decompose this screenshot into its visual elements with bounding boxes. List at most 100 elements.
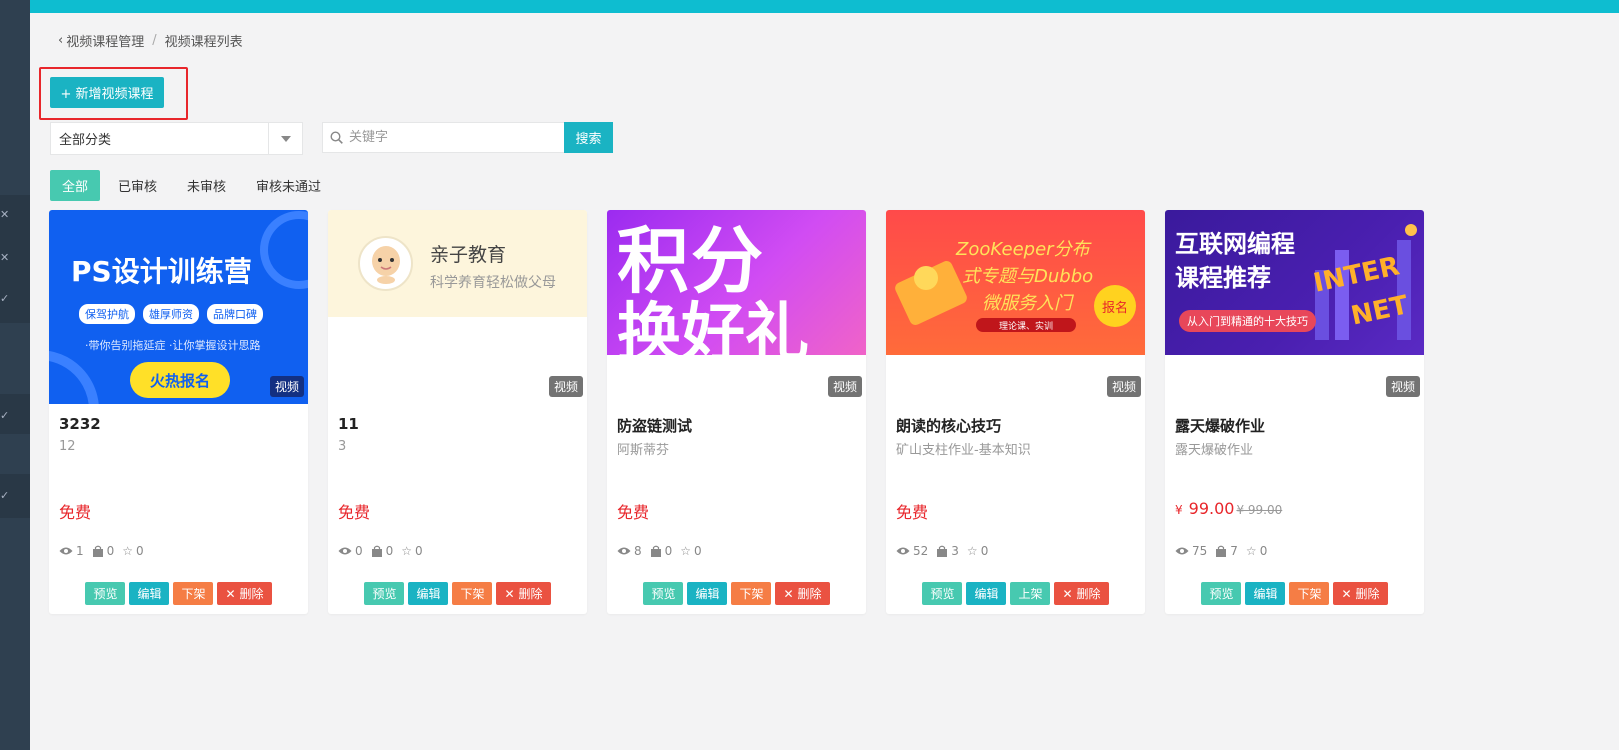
- star-icon: ☆: [1245, 544, 1257, 558]
- buys-count: 0: [385, 544, 394, 558]
- bag-icon: [92, 545, 103, 557]
- course-title[interactable]: 11: [338, 415, 359, 433]
- delete-label: 删除: [518, 587, 543, 601]
- course-title[interactable]: 3232: [59, 415, 101, 433]
- course-price: 免费: [896, 499, 928, 523]
- course-stats: 8 0 ☆ 0: [617, 544, 710, 558]
- star-icon: ☆: [680, 544, 692, 558]
- edit-button[interactable]: 编辑: [408, 582, 449, 605]
- star-icon: ☆: [966, 544, 978, 558]
- course-cover-image[interactable]: 积分 换好礼: [607, 210, 866, 355]
- edit-button[interactable]: 编辑: [129, 582, 170, 605]
- stars-stat: ☆ 0: [122, 544, 143, 558]
- close-icon: ✕: [783, 586, 794, 601]
- sidebar-check-icon[interactable]: ✓: [0, 489, 9, 502]
- original-price: ¥ 99.00: [1236, 503, 1283, 517]
- edit-button[interactable]: 编辑: [966, 582, 1007, 605]
- currency-symbol: ¥: [1175, 503, 1183, 517]
- course-cover-image[interactable]: 亲子教育 科学养育轻松做父母: [328, 210, 587, 317]
- course-card: 积分 换好礼 视频 防盗链测试 阿斯蒂芬 免费 8 0 ☆ 0 预览 编辑 下架…: [607, 210, 866, 614]
- unpublish-button[interactable]: 下架: [173, 582, 214, 605]
- tab-all[interactable]: 全部: [50, 170, 101, 201]
- cover-badge: 报名: [1094, 285, 1136, 327]
- course-stats: 0 0 ☆ 0: [338, 544, 431, 558]
- delete-button[interactable]: ✕ 删除: [1054, 582, 1109, 605]
- views-stat: 75: [1175, 544, 1207, 558]
- course-subtitle: 矿山支柱作业-基本知识: [896, 443, 1031, 458]
- views-stat: 1: [59, 544, 84, 558]
- stars-stat: ☆ 0: [401, 544, 422, 558]
- sidebar-check-icon[interactable]: ✓: [0, 409, 9, 422]
- cover-line-1: 互联网编程: [1175, 230, 1295, 258]
- course-actions: 预览 编辑 下架 ✕ 删除: [328, 582, 587, 605]
- sidebar-check-icon[interactable]: ✓: [0, 292, 9, 305]
- publish-button[interactable]: 上架: [1010, 582, 1051, 605]
- add-video-course-button[interactable]: + 新增视频课程: [50, 77, 164, 108]
- delete-label: 删除: [239, 587, 264, 601]
- preview-button[interactable]: 预览: [643, 582, 684, 605]
- preview-button[interactable]: 预览: [364, 582, 405, 605]
- type-badge: 视频: [827, 376, 862, 397]
- preview-button[interactable]: 预览: [922, 582, 963, 605]
- category-select[interactable]: 全部分类: [50, 122, 303, 155]
- top-header-bar: [0, 0, 1619, 13]
- preview-button[interactable]: 预览: [85, 582, 126, 605]
- star-icon: ☆: [401, 544, 413, 558]
- course-title[interactable]: 朗读的核心技巧: [896, 415, 1001, 436]
- course-cover-image[interactable]: 互联网编程 课程推荐 从入门到精通的十大技巧 INTER NET: [1165, 210, 1424, 355]
- course-cover-image[interactable]: PS设计训练营 保驾护航 雄厚师资 品牌口碑 ·带你告别拖延症 ·让你掌握设计思…: [49, 210, 308, 404]
- cover-line-2: 式专题与Dubbo: [962, 266, 1094, 287]
- delete-button[interactable]: ✕ 删除: [1333, 582, 1388, 605]
- course-title[interactable]: 露天爆破作业: [1175, 415, 1265, 436]
- course-actions: 预览 编辑 下架 ✕ 删除: [1165, 582, 1424, 605]
- course-card: 亲子教育 科学养育轻松做父母 视频 11 3 免费 0 0 ☆ 0 预览 编辑 …: [328, 210, 587, 614]
- price-value: 99.00: [1188, 499, 1235, 518]
- unpublish-button[interactable]: 下架: [731, 582, 772, 605]
- course-cover-image[interactable]: ZooKeeper分布 式专题与Dubbo 微服务入门 报名 理论课、实训: [886, 210, 1145, 355]
- unpublish-button[interactable]: 下架: [452, 582, 493, 605]
- breadcrumb-parent[interactable]: 视频课程管理: [66, 31, 144, 50]
- edit-button[interactable]: 编辑: [687, 582, 728, 605]
- course-price: ¥ 99.00 ¥ 99.00: [1175, 499, 1282, 518]
- course-price: 免费: [59, 499, 91, 523]
- edit-button[interactable]: 编辑: [1245, 582, 1286, 605]
- cover-cta: 火热报名: [130, 362, 230, 398]
- caret-down-icon[interactable]: [268, 123, 302, 154]
- sidebar-close-icon[interactable]: ✕: [0, 251, 9, 264]
- buys-count: 0: [664, 544, 673, 558]
- stars-stat: ☆ 0: [680, 544, 701, 558]
- delete-button[interactable]: ✕ 删除: [775, 582, 830, 605]
- price-value: 免费: [617, 503, 650, 522]
- preview-button[interactable]: 预览: [1201, 582, 1242, 605]
- cover-pill: 从入门到精通的十大技巧: [1179, 310, 1316, 332]
- buys-stat: 0: [371, 544, 394, 558]
- tab-approved[interactable]: 已审核: [106, 170, 169, 201]
- course-title[interactable]: 防盗链测试: [617, 415, 692, 436]
- course-actions: 预览 编辑 下架 ✕ 删除: [607, 582, 866, 605]
- close-icon: ✕: [1062, 586, 1073, 601]
- unpublish-button[interactable]: 下架: [1289, 582, 1330, 605]
- views-count: 52: [913, 544, 929, 558]
- main-content: ‹ 视频课程管理 / 视频课程列表 + 新增视频课程 全部分类 搜索 全部 已审…: [30, 13, 1619, 750]
- search-button[interactable]: 搜索: [564, 122, 613, 153]
- course-subtitle: 12: [59, 439, 76, 454]
- course-card: ZooKeeper分布 式专题与Dubbo 微服务入门 报名 理论课、实训 视频…: [886, 210, 1145, 614]
- delete-button[interactable]: ✕ 删除: [496, 582, 551, 605]
- baby-avatar: [358, 236, 413, 291]
- tab-rejected[interactable]: 审核未通过: [244, 170, 333, 201]
- price-value: 免费: [338, 503, 371, 522]
- sidebar-close-icon[interactable]: ✕: [0, 208, 9, 221]
- buys-stat: 0: [92, 544, 114, 558]
- search-icon: [323, 131, 349, 144]
- cover-line-3: 微服务入门: [982, 293, 1072, 314]
- type-badge: 视频: [1106, 376, 1141, 397]
- eye-icon: [896, 547, 910, 555]
- course-subtitle: 露天爆破作业: [1175, 443, 1254, 458]
- tab-pending[interactable]: 未审核: [175, 170, 238, 201]
- keyword-search-input[interactable]: [349, 123, 564, 152]
- close-icon: ✕: [504, 586, 515, 601]
- course-card: PS设计训练营 保驾护航 雄厚师资 品牌口碑 ·带你告别拖延症 ·让你掌握设计思…: [49, 210, 308, 614]
- stars-count: 0: [694, 544, 702, 558]
- delete-button[interactable]: ✕ 删除: [217, 582, 272, 605]
- chevron-left-icon[interactable]: ‹: [58, 33, 63, 48]
